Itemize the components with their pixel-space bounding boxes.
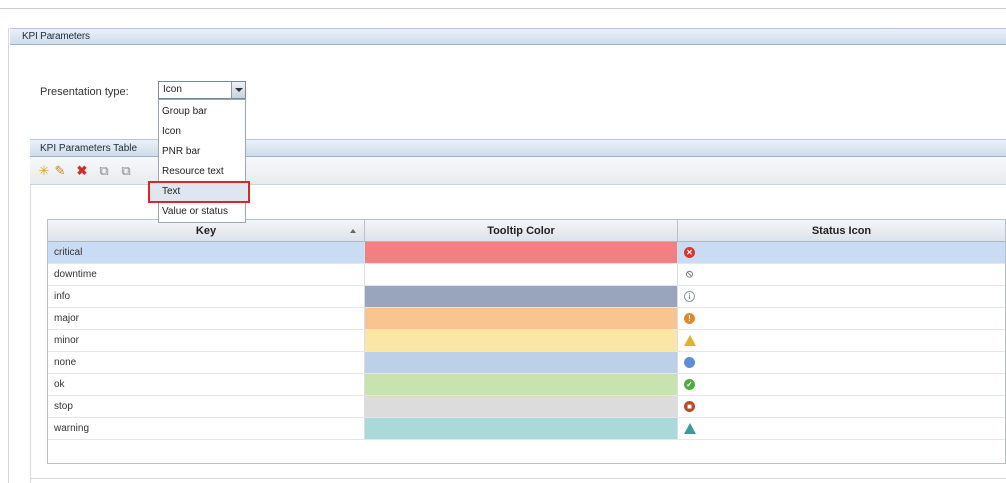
edit-icon[interactable]: ✎ (52, 163, 68, 179)
tooltip-color-swatch[interactable] (365, 308, 678, 329)
warning-icon (684, 423, 696, 434)
presentation-type-select[interactable]: Icon (158, 81, 246, 99)
frame-border (8, 28, 9, 483)
status-icon-cell[interactable] (678, 418, 1005, 439)
presentation-type-label: Presentation type: (40, 86, 129, 98)
presentation-type-dropdown: Group bar Icon PNR bar Resource text Tex… (148, 99, 250, 223)
option-text[interactable]: Text (148, 181, 250, 203)
status-icon-cell[interactable]: i (678, 286, 1005, 307)
status-icon-cell[interactable]: ⦸ (678, 264, 1005, 285)
option-pnr-bar[interactable]: PNR bar (159, 142, 245, 162)
info-icon: i (684, 291, 695, 302)
column-header-tooltip-color[interactable]: Tooltip Color (365, 220, 678, 242)
column-header-key[interactable]: Key (48, 220, 365, 242)
kpi-parameters-header[interactable]: KPI Parameters (10, 28, 1006, 45)
key-cell: critical (48, 242, 365, 263)
copy-icon[interactable]: ⧉ (96, 163, 112, 179)
key-cell: ok (48, 374, 365, 395)
table-row[interactable]: info i (48, 286, 1005, 308)
tooltip-color-swatch[interactable] (365, 264, 678, 285)
status-icon-cell[interactable]: ✓ (678, 374, 1005, 395)
tooltip-color-swatch[interactable] (365, 418, 678, 439)
status-icon-cell[interactable]: ✕ (678, 242, 1005, 263)
tooltip-color-swatch[interactable] (365, 330, 678, 351)
table-row[interactable]: warning (48, 418, 1005, 440)
status-icon-cell[interactable] (678, 330, 1005, 351)
sort-ascending-icon (350, 229, 356, 233)
column-header-key-label: Key (195, 225, 217, 237)
table-row[interactable]: stop ■ (48, 396, 1005, 418)
status-icon-cell[interactable]: ■ (678, 396, 1005, 417)
table-row[interactable]: none (48, 352, 1005, 374)
presentation-type-value: Icon (163, 84, 182, 95)
kpi-parameters-title: KPI Parameters (22, 31, 90, 42)
option-value-or-status[interactable]: Value or status (159, 202, 245, 222)
table-row[interactable]: critical ✕ (48, 242, 1005, 264)
paste-icon[interactable]: ⧉ (118, 163, 134, 179)
option-icon[interactable]: Icon (159, 122, 245, 142)
status-icon-cell[interactable] (678, 352, 1005, 373)
top-divider (0, 8, 1006, 9)
none-icon (684, 357, 695, 368)
key-cell: none (48, 352, 365, 373)
option-group-bar[interactable]: Group bar (159, 102, 245, 122)
key-cell: stop (48, 396, 365, 417)
table-row[interactable]: major! (48, 308, 1005, 330)
major-icon: ! (684, 313, 695, 324)
delete-icon[interactable]: ✖ (74, 163, 90, 179)
new-icon[interactable]: ✳ (36, 163, 52, 179)
table-row[interactable]: downtime ⦸ (48, 264, 1005, 286)
table-row[interactable]: ok ✓ (48, 374, 1005, 396)
stop-icon: ■ (684, 401, 695, 412)
key-cell: warning (48, 418, 365, 439)
status-icon-cell[interactable]: ! (678, 308, 1005, 329)
tooltip-color-swatch[interactable] (365, 286, 678, 307)
option-resource-text[interactable]: Resource text (159, 162, 245, 182)
critical-icon: ✕ (684, 247, 695, 258)
kpi-parameters-grid: Key Tooltip Color Status Icon critical ✕ d… (47, 219, 1006, 464)
chevron-down-icon[interactable] (231, 82, 245, 98)
key-cell: info (48, 286, 365, 307)
tooltip-color-swatch[interactable] (365, 352, 678, 373)
bottom-divider (30, 478, 1006, 479)
tooltip-color-swatch[interactable] (365, 242, 678, 263)
downtime-icon: ⦸ (685, 268, 694, 280)
tooltip-color-swatch[interactable] (365, 396, 678, 417)
tooltip-color-swatch[interactable] (365, 374, 678, 395)
column-header-status-icon[interactable]: Status Icon (678, 220, 1005, 242)
table-row[interactable]: minor (48, 330, 1005, 352)
key-cell: minor (48, 330, 365, 351)
key-cell: major (48, 308, 365, 329)
key-cell: downtime (48, 264, 365, 285)
kpi-parameters-table-title: KPI Parameters Table (40, 143, 138, 154)
ok-icon: ✓ (684, 379, 695, 390)
minor-icon (684, 335, 696, 346)
